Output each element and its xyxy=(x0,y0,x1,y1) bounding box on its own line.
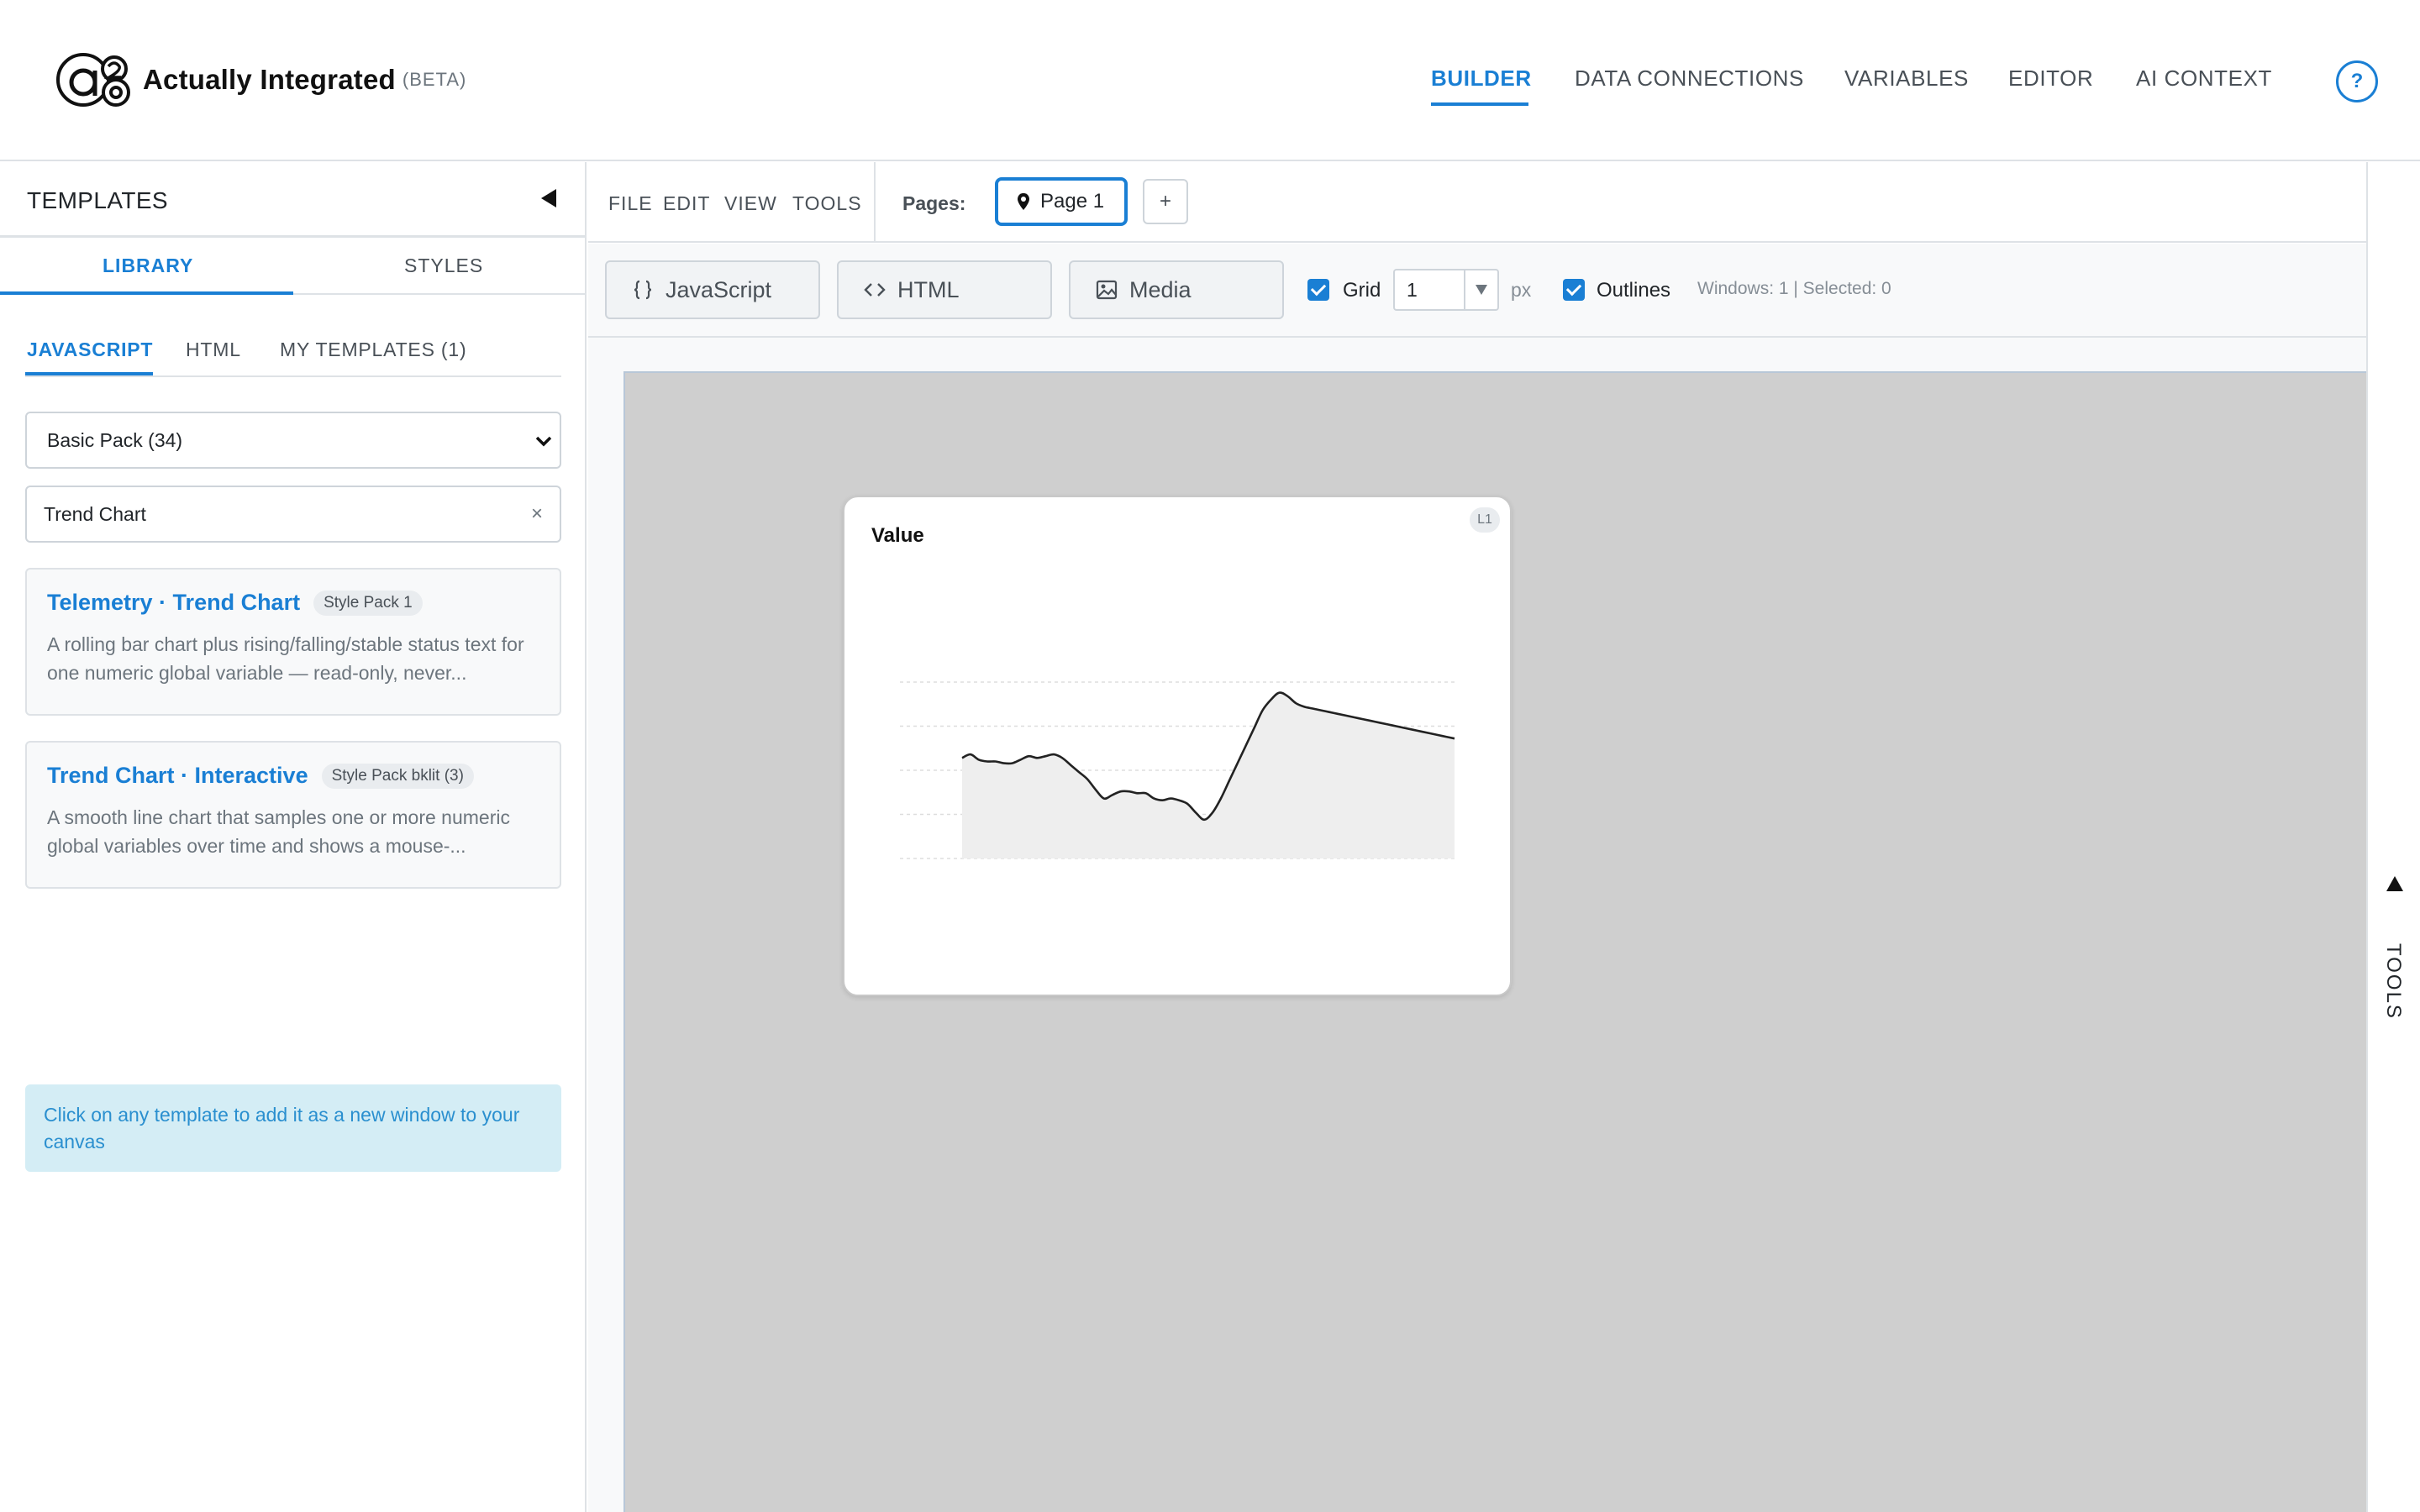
canvas-toolbar: JavaScript HTML Media Grid 1 px Outlines xyxy=(588,244,2366,338)
menu-view[interactable]: VIEW xyxy=(724,192,777,215)
app-logo[interactable]: Actually Integrated (BETA) xyxy=(55,52,466,108)
code-icon xyxy=(864,283,886,297)
trend-chart xyxy=(900,681,1455,859)
tools-rail-label: TOOLS xyxy=(2382,943,2405,1020)
page-tab-label: Page 1 xyxy=(1040,190,1105,213)
tab-javascript[interactable]: JAVASCRIPT xyxy=(27,339,153,361)
tools-rail[interactable]: TOOLS xyxy=(2366,162,2420,1512)
app-name: Actually Integrated xyxy=(143,64,396,95)
tab-library[interactable]: LIBRARY xyxy=(103,255,193,277)
tab-html[interactable]: HTML xyxy=(186,339,241,361)
html-button-label: HTML xyxy=(897,276,960,302)
template-card[interactable]: Trend Chart · Interactive Style Pack bkl… xyxy=(25,741,561,889)
card-title-row: Trend Chart · Interactive Style Pack bkl… xyxy=(47,763,474,789)
grid-size-value: 1 xyxy=(1407,278,1418,301)
add-media-button[interactable]: Media xyxy=(1069,260,1284,319)
tab-styles[interactable]: STYLES xyxy=(404,255,483,277)
template-hint: Click on any template to add it as a new… xyxy=(25,1084,561,1172)
card-title-row: Telemetry · Trend Chart Style Pack 1 xyxy=(47,590,423,616)
chevron-down-icon xyxy=(1476,285,1487,295)
nav-active-indicator xyxy=(1431,102,1528,106)
outlines-label: Outlines xyxy=(1597,279,1671,302)
tab-my-templates[interactable]: MY TEMPLATES (1) xyxy=(280,339,466,361)
grid-size-stepper[interactable] xyxy=(1464,270,1497,309)
collapse-sidebar-icon[interactable] xyxy=(541,189,556,207)
nav-variables[interactable]: VARIABLES xyxy=(1844,66,1969,92)
braces-icon xyxy=(634,280,652,300)
card-title: Telemetry · Trend Chart xyxy=(47,590,301,615)
add-page-button[interactable]: + xyxy=(1143,179,1188,224)
sidebar-header: TEMPLATES xyxy=(0,162,587,238)
add-html-button[interactable]: HTML xyxy=(837,260,1052,319)
canvas-window[interactable]: Value L1 xyxy=(843,496,1512,996)
expand-tools-icon[interactable] xyxy=(2386,876,2403,891)
window-selection-status: Windows: 1 | Selected: 0 xyxy=(1697,279,1891,298)
grid-label: Grid xyxy=(1343,279,1381,302)
sidebar-tab-indicator xyxy=(0,291,293,295)
menu-bar: FILE EDIT VIEW TOOLS Pages: Page 1 + xyxy=(588,162,2366,243)
window-title: Value xyxy=(871,524,924,547)
menu-tools[interactable]: TOOLS xyxy=(792,192,862,215)
logo-mark-icon xyxy=(56,53,130,107)
app-header: Actually Integrated (BETA) BUILDER DATA … xyxy=(0,0,2420,161)
beta-label: (BETA) xyxy=(402,69,467,90)
pack-select-value: Basic Pack (34) xyxy=(47,428,183,451)
menu-file[interactable]: FILE xyxy=(608,192,653,215)
sub-tab-indicator xyxy=(25,372,153,375)
map-pin-icon xyxy=(1018,193,1029,210)
pages-label: Pages: xyxy=(902,192,966,214)
sidebar-tabs: LIBRARY STYLES xyxy=(0,239,587,295)
nav-ai-context[interactable]: AI CONTEXT xyxy=(2136,66,2272,92)
chevron-down-icon xyxy=(535,436,552,447)
page-tab[interactable]: Page 1 xyxy=(995,177,1128,226)
menu-divider xyxy=(874,162,876,241)
image-icon xyxy=(1096,280,1118,300)
template-card[interactable]: Telemetry · Trend Chart Style Pack 1 A r… xyxy=(25,568,561,716)
chart-area xyxy=(962,692,1455,858)
clear-search-icon[interactable]: × xyxy=(531,504,543,524)
javascript-button-label: JavaScript xyxy=(666,276,772,302)
template-type-tabs: JAVASCRIPT HTML MY TEMPLATES (1) xyxy=(25,339,561,377)
search-value: Trend Chart xyxy=(44,502,146,525)
card-description: A rolling bar chart plus rising/falling/… xyxy=(47,633,524,684)
menu-edit[interactable]: EDIT xyxy=(663,192,710,215)
card-description: A smooth line chart that samples one or … xyxy=(47,806,510,857)
help-button[interactable]: ? xyxy=(2336,60,2378,102)
nav-data-connections[interactable]: DATA CONNECTIONS xyxy=(1575,66,1804,92)
outlines-checkbox[interactable] xyxy=(1563,279,1585,301)
card-badge: Style Pack bklit (3) xyxy=(321,763,474,789)
nav-editor[interactable]: EDITOR xyxy=(2008,66,2093,92)
template-search-input[interactable]: Trend Chart × xyxy=(25,486,561,543)
grid-checkbox[interactable] xyxy=(1307,279,1329,301)
add-javascript-button[interactable]: JavaScript xyxy=(605,260,820,319)
pack-select[interactable]: Basic Pack (34) xyxy=(25,412,561,469)
card-title: Trend Chart · Interactive xyxy=(47,763,308,788)
card-badge: Style Pack 1 xyxy=(313,590,423,616)
grid-unit: px xyxy=(1511,279,1532,301)
media-button-label: Media xyxy=(1129,276,1192,302)
grid-size-input[interactable]: 1 xyxy=(1393,269,1499,311)
app-root: Actually Integrated (BETA) BUILDER DATA … xyxy=(0,0,2420,1512)
templates-sidebar: TEMPLATES LIBRARY STYLES JAVASCRIPT HTML… xyxy=(0,162,587,1512)
nav-builder[interactable]: BUILDER xyxy=(1431,66,1532,92)
window-layer-badge: L1 xyxy=(1470,507,1500,533)
sidebar-title: TEMPLATES xyxy=(27,187,169,213)
